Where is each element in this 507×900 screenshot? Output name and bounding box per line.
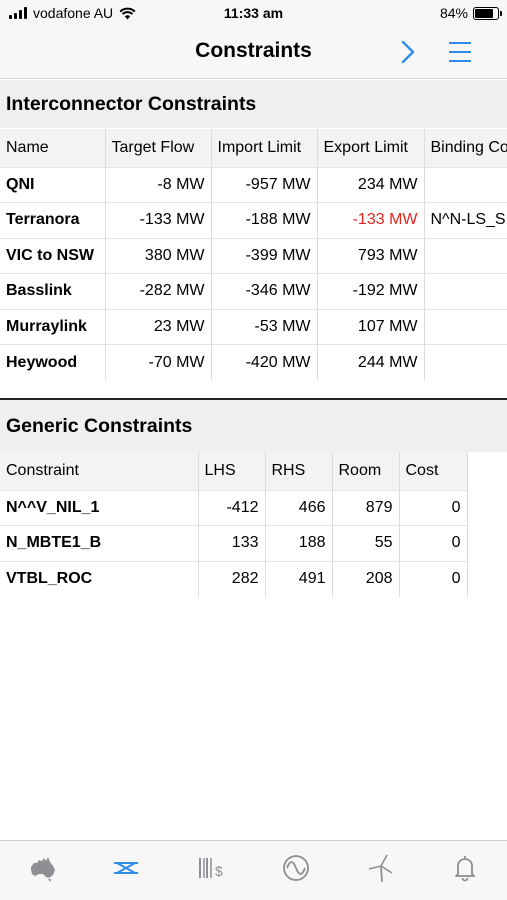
sine-wave-icon[interactable] — [281, 853, 311, 883]
generic-constraints-table: Constraint LHS RHS Room Cost N^^V_NIL_1 … — [0, 452, 468, 597]
export-limit-cell-binding: -133 MW — [317, 202, 425, 238]
target-flow-cell: -70 MW — [105, 344, 212, 380]
table-header-row: Name Target Flow Import Limit Export Lim… — [0, 129, 507, 167]
clock: 11:33 am — [223, 5, 284, 21]
target-flow-cell: 380 MW — [105, 237, 212, 274]
target-flow-cell: -8 MW — [105, 166, 212, 203]
column-header-lhs[interactable]: LHS — [198, 452, 266, 490]
interconnector-name: Basslink — [0, 273, 106, 309]
battery-percent: 84% — [439, 5, 468, 21]
generic-section-header: Generic Constraints — [0, 398, 507, 452]
tab-bar: $ — [0, 840, 507, 900]
cost-cell: 0 — [399, 525, 468, 561]
lhs-cell: 133 — [198, 525, 266, 561]
export-limit-cell: 107 MW — [317, 308, 425, 345]
interconnector-name: Terranora — [0, 202, 106, 238]
export-limit-cell: -192 MW — [317, 273, 425, 309]
price-bars-icon[interactable]: $ — [197, 853, 227, 883]
column-header-constraint[interactable]: Constraint — [0, 452, 199, 490]
battery-group: 84% — [439, 5, 502, 21]
binding-constraint-cell — [424, 344, 507, 380]
column-header-cost[interactable]: Cost — [399, 452, 468, 490]
australia-map-icon[interactable] — [28, 853, 58, 883]
table-row[interactable]: N^^V_NIL_1 -412 466 879 0 — [0, 489, 468, 526]
export-limit-cell: 793 MW — [317, 237, 425, 274]
room-cell: 879 — [332, 489, 400, 526]
battery-level-fill — [475, 8, 494, 18]
table-row[interactable]: Heywood -70 MW -420 MW 244 MW — [0, 344, 507, 380]
constraint-id: N^^V_NIL_1 — [0, 489, 199, 526]
import-limit-cell: -957 MW — [211, 166, 318, 203]
interconnector-name: Murraylink — [0, 308, 106, 345]
table-row[interactable]: Terranora -133 MW -188 MW -133 MW N^N-LS… — [0, 202, 507, 238]
svg-text:$: $ — [215, 863, 223, 879]
binding-constraint-cell: N^N-LS_S — [424, 202, 507, 238]
constraint-id: VTBL_ROC — [0, 560, 199, 597]
lhs-cell: 282 — [198, 560, 266, 597]
export-limit-cell: 234 MW — [317, 166, 425, 203]
room-cell: 208 — [332, 560, 400, 597]
import-limit-cell: -420 MW — [211, 344, 318, 380]
interconnector-name: Heywood — [0, 344, 106, 380]
column-header-target-flow[interactable]: Target Flow — [105, 129, 212, 167]
status-bar: vodafone AU 11:33 am 84% — [0, 0, 507, 26]
page-title: Constraints — [195, 39, 312, 62]
interconnector-section-header: Interconnector Constraints — [0, 80, 507, 128]
column-header-binding-constraint[interactable]: Binding Co — [424, 129, 507, 167]
binding-constraint-cell — [424, 237, 507, 274]
cost-cell: 0 — [399, 489, 468, 526]
binding-constraint-cell — [424, 308, 507, 345]
import-limit-cell: -188 MW — [211, 202, 318, 238]
target-flow-cell: -282 MW — [105, 273, 212, 309]
table-row[interactable]: QNI -8 MW -957 MW 234 MW — [0, 166, 507, 203]
bell-icon[interactable] — [450, 853, 480, 883]
column-header-import-limit[interactable]: Import Limit — [211, 129, 318, 167]
battery-icon — [473, 6, 502, 20]
interconnector-table: Name Target Flow Import Limit Export Lim… — [0, 129, 507, 380]
table-row[interactable]: VIC to NSW 380 MW -399 MW 793 MW — [0, 237, 507, 274]
column-header-export-limit[interactable]: Export Limit — [317, 129, 425, 167]
interconnector-name: VIC to NSW — [0, 237, 106, 274]
import-limit-cell: -346 MW — [211, 273, 318, 309]
export-limit-cell: 244 MW — [317, 344, 425, 380]
rhs-cell: 188 — [265, 525, 333, 561]
binding-constraint-cell — [424, 273, 507, 309]
import-limit-cell: -399 MW — [211, 237, 318, 274]
rhs-cell: 491 — [265, 560, 333, 597]
table-header-row: Constraint LHS RHS Room Cost — [0, 452, 468, 490]
binding-constraint-cell — [424, 166, 507, 203]
room-cell: 55 — [332, 525, 400, 561]
target-flow-cell: -133 MW — [105, 202, 212, 238]
column-header-name[interactable]: Name — [0, 129, 106, 167]
lhs-cell: -412 — [198, 489, 266, 526]
interconnector-icon[interactable] — [111, 853, 141, 883]
table-row[interactable]: N_MBTE1_B 133 188 55 0 — [0, 525, 468, 561]
column-header-room[interactable]: Room — [332, 452, 400, 490]
import-limit-cell: -53 MW — [211, 308, 318, 345]
rhs-cell: 466 — [265, 489, 333, 526]
navigation-bar: Constraints — [0, 26, 507, 79]
constraint-id: N_MBTE1_B — [0, 525, 199, 561]
wind-turbine-icon[interactable] — [365, 853, 395, 883]
interconnector-name: QNI — [0, 166, 106, 203]
column-header-rhs[interactable]: RHS — [265, 452, 333, 490]
target-flow-cell: 23 MW — [105, 308, 212, 345]
cost-cell: 0 — [399, 560, 468, 597]
menu-icon[interactable] — [447, 40, 473, 64]
table-row[interactable]: VTBL_ROC 282 491 208 0 — [0, 560, 468, 597]
table-row[interactable]: Murraylink 23 MW -53 MW 107 MW — [0, 308, 507, 345]
chevron-right-icon[interactable] — [396, 38, 420, 66]
table-row[interactable]: Basslink -282 MW -346 MW -192 MW — [0, 273, 507, 309]
